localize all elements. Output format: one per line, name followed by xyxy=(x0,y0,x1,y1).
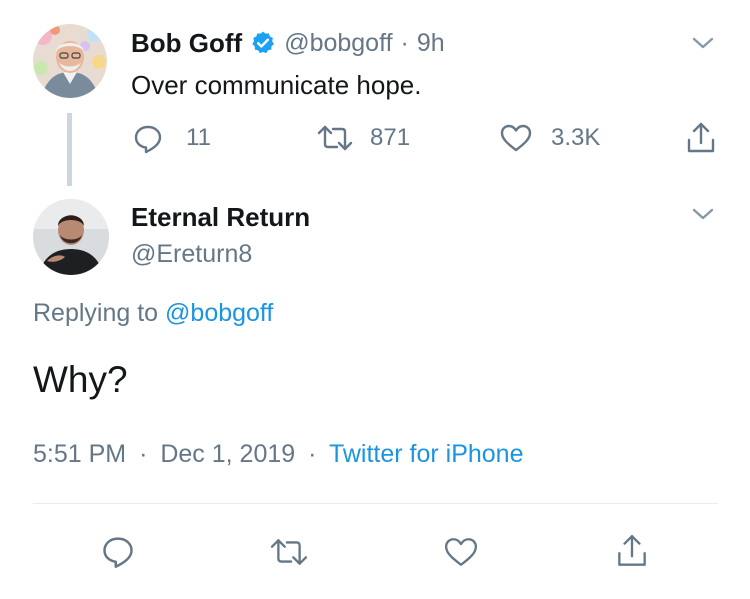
heart-icon[interactable] xyxy=(442,535,480,569)
retweet-count: 871 xyxy=(370,124,411,151)
replying-to-handle[interactable]: @bobgoff xyxy=(165,299,273,327)
author-name[interactable]: Bob Goff xyxy=(131,28,242,59)
meta-separator: · xyxy=(139,440,148,468)
tweet-time[interactable]: 9h xyxy=(417,29,445,58)
retweet-action[interactable]: 871 xyxy=(316,122,410,154)
reply-icon[interactable] xyxy=(100,533,136,569)
share-icon[interactable] xyxy=(684,120,718,156)
tweet-metadata: 5:51 PM · Dec 1, 2019 · Twitter for iPho… xyxy=(33,440,523,469)
retweet-icon[interactable] xyxy=(268,535,310,569)
verified-badge-icon xyxy=(250,30,276,56)
meta-separator: · xyxy=(308,440,317,468)
eternal-return-avatar[interactable] xyxy=(33,199,109,275)
parent-tweet-header: Bob Goff @bobgoff · 9h xyxy=(131,27,445,59)
replying-to-label: Replying to xyxy=(33,299,159,327)
like-count: 3.3K xyxy=(551,124,601,151)
like-action[interactable]: 3.3K xyxy=(499,122,600,154)
parent-tweet-text: Over communicate hope. xyxy=(131,70,422,100)
chevron-down-icon[interactable] xyxy=(690,204,716,224)
reply-count: 11 xyxy=(186,124,211,151)
retweet-icon xyxy=(316,122,354,154)
reply-author-handle[interactable]: @Ereturn8 xyxy=(131,240,252,269)
reply-icon xyxy=(132,122,164,154)
bob-goff-avatar[interactable] xyxy=(33,24,107,98)
tweet-source-link[interactable]: Twitter for iPhone xyxy=(329,440,524,468)
heart-icon xyxy=(499,122,533,154)
reply-tweet-text: Why? xyxy=(33,359,128,400)
tweet-date: Dec 1, 2019 xyxy=(160,440,296,468)
reply-action[interactable]: 11 xyxy=(132,122,211,154)
divider xyxy=(33,503,718,504)
chevron-down-icon[interactable] xyxy=(690,33,716,53)
replying-to-line: Replying to @bobgoff xyxy=(33,299,273,328)
author-handle[interactable]: @bobgoff xyxy=(284,29,392,58)
share-icon[interactable] xyxy=(614,532,650,570)
thread-connector-line xyxy=(67,113,72,186)
reply-author-name[interactable]: Eternal Return xyxy=(131,202,310,233)
header-separator: · xyxy=(400,28,409,57)
tweet-timestamp: 5:51 PM xyxy=(33,440,127,468)
